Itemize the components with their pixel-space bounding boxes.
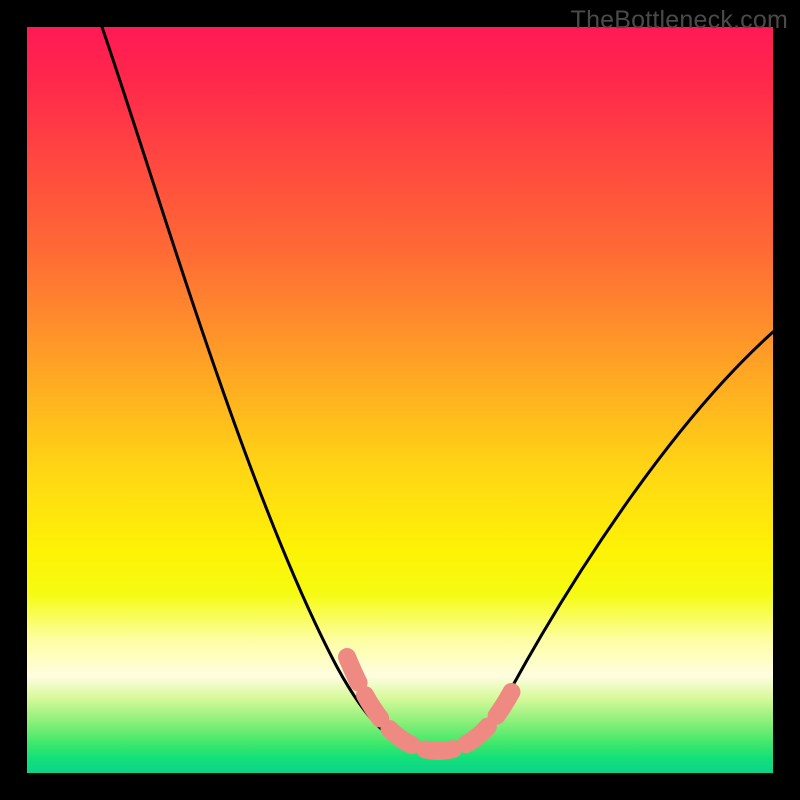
watermark-text: TheBottleneck.com: [571, 6, 788, 35]
highlight-segment: [347, 657, 512, 751]
plot-area: [27, 27, 773, 773]
chart-frame: TheBottleneck.com: [0, 0, 800, 800]
curve-layer: [27, 27, 773, 773]
bottleneck-curve: [102, 27, 773, 749]
